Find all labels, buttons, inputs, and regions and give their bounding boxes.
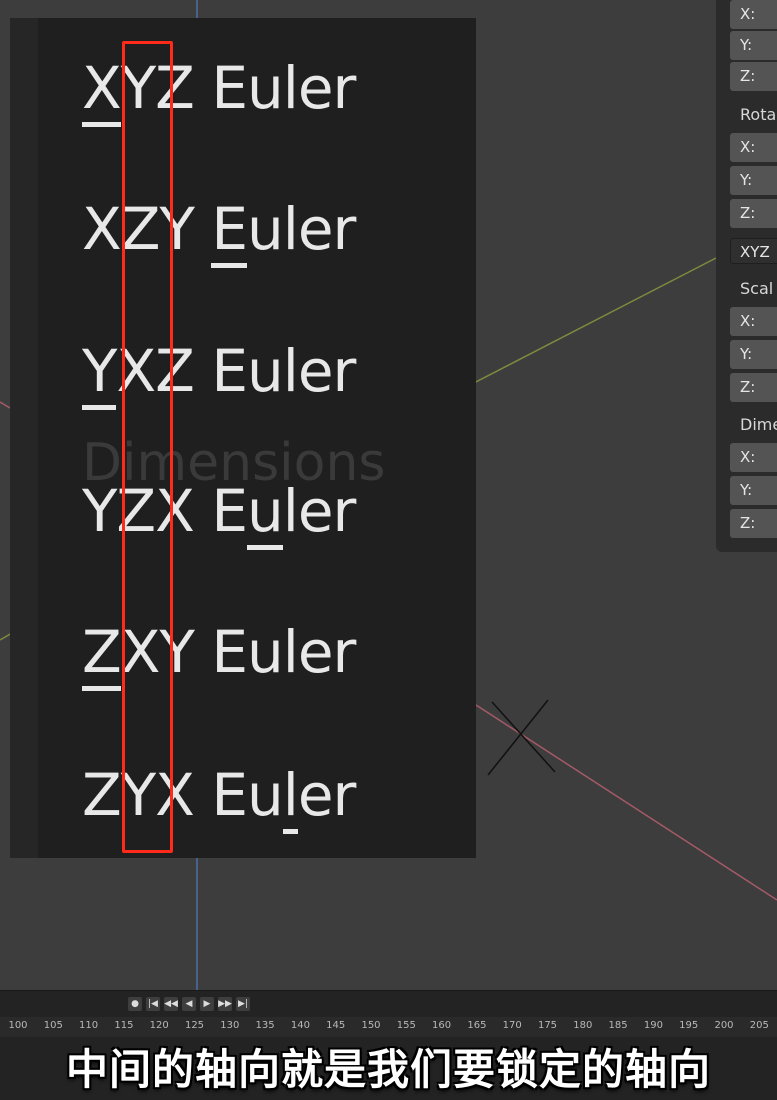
- frame-tick-label: 155: [396, 1020, 416, 1031]
- 3d-viewport[interactable]: X: Y: Z: Rota X: Y: Z: XYZ Scal X: Y: Z:…: [0, 0, 777, 990]
- frame-tick-label: 205: [749, 1020, 769, 1031]
- object-origin-cross: [487, 699, 556, 776]
- frame-tick-label: 140: [290, 1020, 310, 1031]
- jump-start-button[interactable]: |◀: [146, 997, 160, 1011]
- frame-tick-label: 170: [502, 1020, 522, 1031]
- frame-tick-label: 135: [255, 1020, 275, 1031]
- x-axis-line-left: [0, 401, 11, 409]
- frame-tick-label: 160: [432, 1020, 452, 1031]
- y-axis-line-right: [469, 257, 717, 386]
- next-keyframe-button[interactable]: ▶▶: [218, 997, 232, 1011]
- record-button[interactable]: ●: [128, 997, 142, 1011]
- frame-tick-label: 180: [573, 1020, 593, 1031]
- frame-tick-label: 130: [220, 1020, 240, 1031]
- jump-end-button[interactable]: ▶|: [236, 997, 250, 1011]
- dimensions-y-field[interactable]: Y:: [730, 476, 777, 505]
- dimensions-z-field[interactable]: Z:: [730, 509, 777, 538]
- frame-tick-label: 120: [149, 1020, 169, 1031]
- frame-tick-label: 105: [43, 1020, 63, 1031]
- frame-tick-label: 190: [643, 1020, 663, 1031]
- play-button[interactable]: ▶: [200, 997, 214, 1011]
- scale-x-field[interactable]: X:: [730, 307, 777, 336]
- rotation-mode-dropdown[interactable]: XYZ: [730, 238, 777, 264]
- rotation-mode-menu: Dimensions XYZ Euler XZY Euler YXZ Euler…: [10, 18, 476, 858]
- playback-controls: ● |◀ ◀◀ ◀ ▶ ▶▶ ▶|: [128, 997, 250, 1013]
- dimensions-label: Dime: [740, 415, 777, 434]
- scale-z-field[interactable]: Z:: [730, 373, 777, 402]
- frame-tick-label: 125: [184, 1020, 205, 1031]
- subtitle-caption: 中间的轴向就是我们要锁定的轴向: [65, 1045, 711, 1094]
- menu-shadow-bar: [10, 18, 38, 858]
- rotation-x-field[interactable]: X:: [730, 133, 777, 162]
- frame-tick-label: 200: [714, 1020, 734, 1031]
- prev-keyframe-button[interactable]: ◀◀: [164, 997, 178, 1011]
- scale-y-field[interactable]: Y:: [730, 340, 777, 369]
- frame-tick-label: 145: [326, 1020, 346, 1031]
- scale-label: Scal: [740, 279, 774, 298]
- frame-tick-label: 110: [79, 1020, 99, 1031]
- location-z-field[interactable]: Z:: [730, 62, 777, 91]
- frame-tick-label: 185: [608, 1020, 628, 1031]
- frame-tick-label: 165: [467, 1020, 487, 1031]
- middle-axis-highlight-box: [122, 41, 173, 853]
- location-x-field[interactable]: X:: [730, 0, 777, 29]
- rotation-label: Rota: [740, 105, 777, 124]
- frame-tick-label: 150: [361, 1020, 381, 1031]
- play-reverse-button[interactable]: ◀: [182, 997, 196, 1011]
- frame-tick-label: 175: [537, 1020, 558, 1031]
- transform-properties-panel: X: Y: Z: Rota X: Y: Z: XYZ Scal X: Y: Z:…: [716, 0, 777, 552]
- rotation-y-field[interactable]: Y:: [730, 166, 777, 195]
- location-y-field[interactable]: Y:: [730, 31, 777, 60]
- dimensions-x-field[interactable]: X:: [730, 443, 777, 472]
- frame-tick-label: 195: [679, 1020, 699, 1031]
- rotation-z-field[interactable]: Z:: [730, 199, 777, 228]
- frame-ruler[interactable]: 100 105 110 115 120 125 130 135 140 145 150 155 160 1…: [0, 1017, 777, 1037]
- frame-tick-label: 115: [114, 1020, 134, 1031]
- frame-tick-label: 100: [8, 1020, 28, 1031]
